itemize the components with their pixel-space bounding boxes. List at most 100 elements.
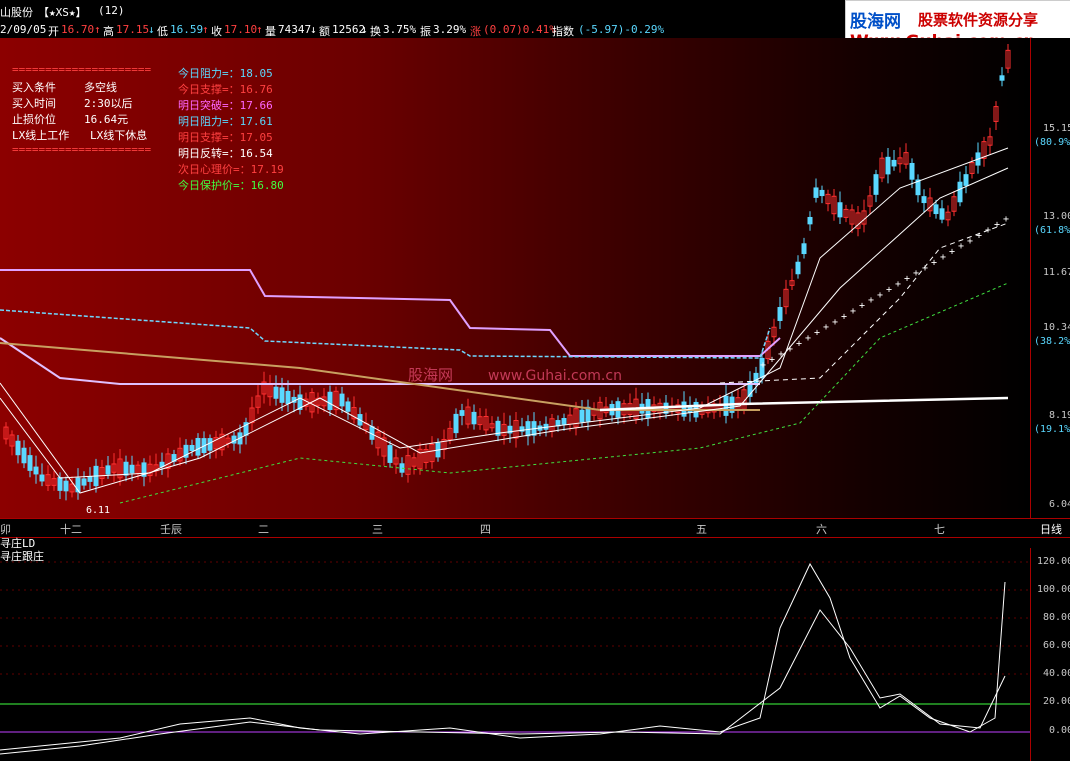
volume-label: 量 — [265, 25, 276, 38]
candle — [939, 208, 945, 220]
cross-marker: + — [877, 290, 883, 301]
cross-line — [0, 309, 771, 359]
condition-rule-top: ===================== — [12, 63, 152, 76]
candle — [387, 445, 393, 463]
watermark-cn: 股海网 — [408, 366, 454, 384]
amplitude-label: 振 — [420, 25, 431, 38]
level-row: 明日阻力=：17.61 — [178, 115, 273, 128]
level-row: 次日心理价=：17.19 — [178, 163, 284, 176]
candle — [129, 464, 135, 474]
cross-marker: + — [796, 338, 802, 349]
change-value: (0.07)0.41% — [483, 23, 556, 36]
date-label: 五 — [696, 523, 707, 536]
date-label: 三 — [372, 523, 383, 536]
candle — [777, 307, 783, 321]
kline-svg: + + + + + + + + + + + + + + + + + + + + + + + + + + + + — [0, 44, 1011, 504]
cross-marker: + — [886, 284, 892, 295]
low-marker: 6.11 — [86, 505, 111, 516]
indicator-tick: 100.00 — [1037, 584, 1070, 595]
candle — [579, 409, 585, 423]
candle — [453, 413, 459, 434]
date-label: 二 — [258, 523, 269, 536]
cross-marker: + — [985, 225, 991, 236]
down-arrow-icon: ↓ — [361, 23, 368, 36]
indicator-panel[interactable]: 寻庄跟庄 — [0, 548, 1030, 761]
cross-marker: + — [814, 328, 820, 339]
candle — [345, 401, 351, 412]
indicator-tick: 60.00 — [1043, 640, 1070, 651]
date-label: 七 — [934, 523, 945, 536]
candle — [273, 386, 279, 399]
price-tick: 8.19 — [1049, 410, 1070, 421]
open-label: 开 — [48, 25, 59, 38]
title-bar: 山股份 【★XS★】 (12) — [0, 0, 845, 22]
price-pct: (19.1%) — [1034, 424, 1070, 435]
support-line — [0, 337, 760, 385]
date-label: 六 — [816, 523, 827, 536]
candle — [339, 393, 345, 407]
cross-marker: + — [841, 311, 847, 322]
base-line — [599, 396, 1009, 412]
candle — [957, 181, 963, 203]
date-label: 十二 — [60, 523, 82, 536]
candle — [207, 438, 213, 451]
down-arrow-icon: ↓ — [148, 23, 155, 36]
price-pct: (80.9%) — [1034, 137, 1070, 148]
candle — [909, 162, 915, 180]
level-list: 今日阻力=：18.05 今日支撑=：16.76 明日突破=：17.66 明日阻力=：1… — [178, 65, 284, 193]
condition-key: 买入条件 — [12, 81, 56, 94]
cross-marker: + — [850, 306, 856, 317]
cross-marker: + — [823, 322, 829, 333]
condition-value: 16.64元 — [84, 113, 129, 126]
cross-marker: + — [859, 301, 865, 312]
condition-value: LX线下休息 — [90, 129, 148, 142]
cross-marker: + — [895, 279, 901, 290]
kline-chart[interactable]: + + + + + + + + + + + + + + + + + + + + + + + + + + + + ===========… — [0, 38, 1030, 518]
date-label: 壬辰 — [160, 523, 182, 536]
cross-marker: + — [832, 317, 838, 328]
stock-name: 山股份 — [0, 6, 33, 19]
cross-marker: + — [904, 274, 910, 285]
candle — [963, 174, 969, 186]
level-row: 明日突破=：17.66 — [178, 99, 273, 112]
cross-marker: + — [931, 257, 937, 268]
price-tick: 11.67 — [1043, 267, 1070, 278]
quote-date: 2/09/05 — [0, 23, 47, 36]
cross-marker: + — [787, 344, 793, 355]
candle — [873, 174, 879, 195]
date-axis: 卯 十二 壬辰 二 三 四 五 六 七 日线 — [0, 518, 1070, 538]
up-arrow-icon: ↑ — [256, 23, 263, 36]
price-tick: 6.04 — [1049, 499, 1070, 510]
banner-brand: 股海网 — [850, 12, 901, 32]
cross-marker: + — [940, 252, 946, 263]
level-row: 今日阻力=：18.05 — [178, 67, 273, 80]
index-value: (-5.97)-0.29% — [578, 23, 665, 36]
low-value: 16.59 — [170, 23, 204, 36]
up-arrow-icon: ↑ — [94, 23, 101, 36]
candle — [285, 390, 291, 404]
indicator-tick: 120.00 — [1037, 556, 1070, 567]
price-pct: (61.8%) — [1034, 225, 1070, 236]
banner-slogan: 股票软件资源分享 — [918, 11, 1039, 29]
candle — [807, 216, 813, 225]
candle — [999, 75, 1005, 81]
low-label: 低 — [157, 25, 168, 38]
watermark-url: www.Guhai.com.cn — [488, 368, 622, 384]
indicator-axis: 120.00 100.00 80.00 60.00 40.00 20.00 0.… — [1030, 548, 1070, 761]
candle — [279, 387, 285, 403]
period-selector[interactable]: 日线 — [1040, 521, 1062, 537]
candle — [837, 202, 843, 218]
down-arrow-icon: ↓ — [310, 23, 317, 36]
candle — [327, 391, 333, 411]
price-axis: 15.15 (80.9%) 13.00 (61.8%) 11.67 10.34 … — [1030, 38, 1070, 518]
candle — [123, 461, 129, 476]
indicator-header: 寻庄LD — [0, 536, 1070, 550]
candle — [801, 243, 807, 255]
cross-marker: + — [769, 355, 775, 366]
candle — [933, 204, 939, 215]
volume-value: 74347 — [278, 23, 312, 36]
indicator-tick: 20.00 — [1043, 696, 1070, 707]
stock-count: (12) — [98, 4, 125, 17]
cross-marker: + — [778, 349, 784, 360]
level-row: 今日保护价=：16.80 — [178, 179, 284, 192]
